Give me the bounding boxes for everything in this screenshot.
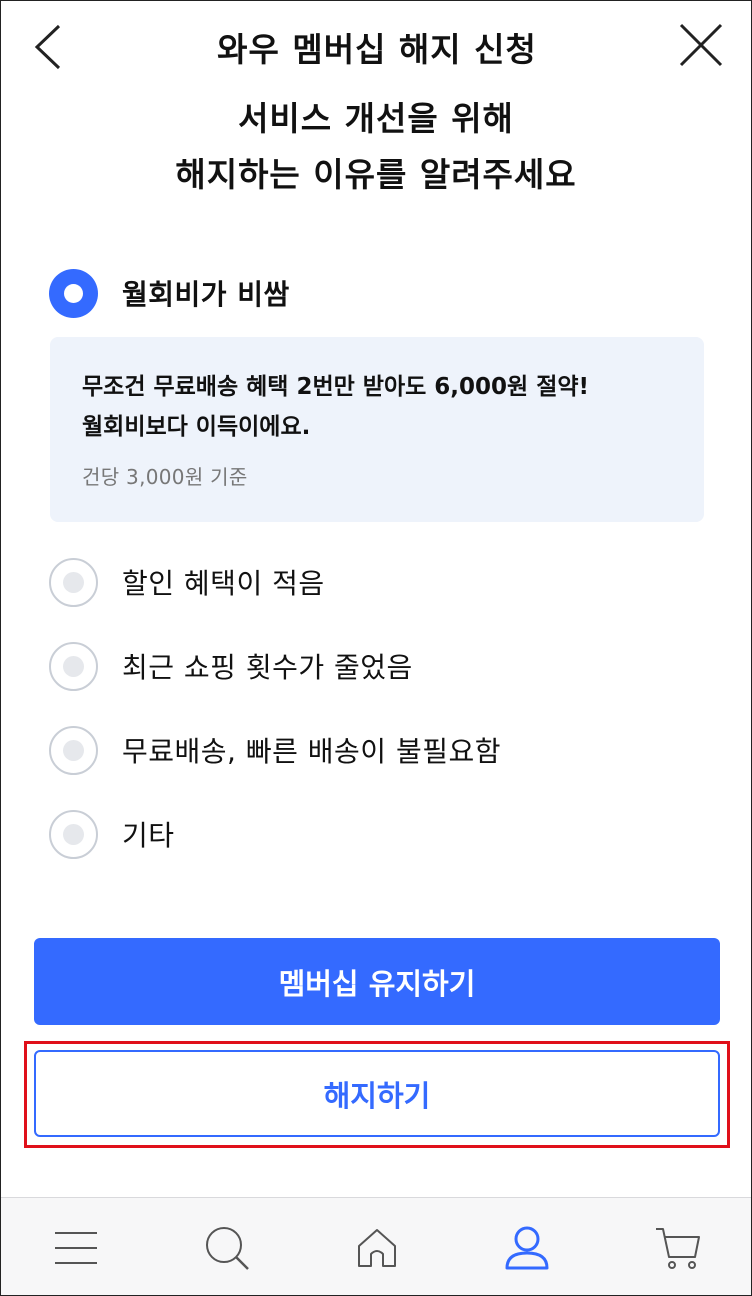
info-line-2: 월회비보다 이득이에요. xyxy=(82,414,311,440)
home-icon xyxy=(357,1228,396,1267)
cancel-membership-button[interactable]: 해지하기 xyxy=(34,1050,720,1137)
tab-cart[interactable] xyxy=(628,1198,728,1296)
radio-selected[interactable] xyxy=(49,268,98,318)
radio[interactable] xyxy=(49,809,98,859)
option-less-shopping[interactable]: 최근 쇼핑 횟수가 줄었음 xyxy=(49,641,413,691)
radio[interactable] xyxy=(49,557,98,607)
page-title: 와우 멤버십 해지 신청 xyxy=(217,30,537,69)
radio[interactable] xyxy=(49,725,98,775)
option-label: 월회비가 비쌈 xyxy=(122,278,290,311)
option-no-delivery-need[interactable]: 무료배송, 빠른 배송이 불필요함 xyxy=(49,725,501,775)
close-icon xyxy=(679,23,723,67)
subtitle-line-2: 해지하는 이유를 알려주세요 xyxy=(175,155,577,194)
screen: 와우 멤버십 해지 신청 서비스 개선을 위해 해지하는 이유를 알려주세요 월… xyxy=(0,0,752,1296)
keep-membership-button[interactable]: 멤버십 유지하기 xyxy=(34,938,720,1025)
info-note: 건당 3,000원 기준 xyxy=(82,465,248,489)
subtitle: 서비스 개선을 위해 해지하는 이유를 알려주세요 xyxy=(41,91,711,203)
cart-icon xyxy=(655,1227,700,1269)
chevron-left-icon xyxy=(34,24,61,70)
menu-icon xyxy=(55,1231,98,1264)
tab-home[interactable] xyxy=(327,1198,427,1296)
close-button[interactable] xyxy=(671,15,731,75)
option-other[interactable]: 기타 xyxy=(49,809,175,859)
tab-my-account[interactable] xyxy=(477,1198,577,1296)
back-button[interactable] xyxy=(23,19,73,75)
user-icon xyxy=(505,1226,549,1269)
option-label: 무료배송, 빠른 배송이 불필요함 xyxy=(122,735,501,768)
option-few-discounts[interactable]: 할인 혜택이 적음 xyxy=(49,557,325,607)
header: 와우 멤버십 해지 신청 xyxy=(1,1,751,93)
info-box: 무조건 무료배송 혜택 2번만 받아도 6,000원 절약! 월회비보다 이득이… xyxy=(50,337,704,522)
option-expensive-fee[interactable]: 월회비가 비쌈 xyxy=(49,268,290,318)
option-label: 할인 혜택이 적음 xyxy=(122,567,325,600)
tab-menu[interactable] xyxy=(26,1198,126,1296)
tab-search[interactable] xyxy=(177,1198,277,1296)
search-icon xyxy=(205,1226,249,1270)
bottom-tab-bar xyxy=(1,1197,751,1296)
radio[interactable] xyxy=(49,641,98,691)
subtitle-line-1: 서비스 개선을 위해 xyxy=(238,99,514,138)
option-label: 최근 쇼핑 횟수가 줄었음 xyxy=(122,651,413,684)
option-label: 기타 xyxy=(122,819,175,852)
info-line-1: 무조건 무료배송 혜택 2번만 받아도 6,000원 절약! xyxy=(82,374,590,400)
info-main: 무조건 무료배송 혜택 2번만 받아도 6,000원 절약! 월회비보다 이득이… xyxy=(82,367,672,447)
